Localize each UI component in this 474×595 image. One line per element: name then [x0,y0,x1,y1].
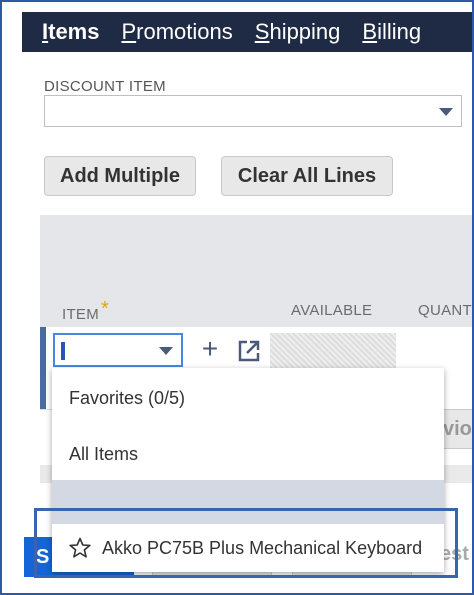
tab-promotions[interactable]: Promotions [121,19,232,45]
add-multiple-button[interactable]: Add Multiple [44,156,196,196]
chevron-down-icon [439,108,453,116]
partial-line-button-label: vio [443,417,472,440]
available-cell [270,333,396,371]
discount-item-label: DISCOUNT ITEM [44,78,166,95]
tab-billing[interactable]: Billing [362,19,421,45]
tab-promotions-key: P [121,19,137,44]
column-header-quantity[interactable]: QUANT [418,302,472,319]
tab-shipping[interactable]: Shipping [255,19,341,45]
tab-items[interactable]: Items [42,19,99,45]
dropdown-favorites[interactable]: Favorites (0/5) [52,380,444,416]
chevron-down-icon [159,347,173,355]
row-accent-bar [40,327,46,409]
required-indicator: * [101,298,110,320]
dropdown-all-items[interactable]: All Items [52,436,444,472]
item-select[interactable] [53,333,183,367]
tab-billing-key: B [362,19,378,44]
column-header-available[interactable]: AVAILABLE [291,302,372,319]
tab-shipping-key: S [254,19,270,44]
column-header-item[interactable]: ITEM * [62,298,109,325]
tab-shipping-rest: hipping [269,19,341,44]
tab-billing-rest: illing [377,19,422,44]
discount-item-select[interactable] [44,95,462,127]
open-external-icon[interactable] [236,338,262,364]
add-item-icon[interactable]: + [198,335,222,363]
tab-items-rest: tems [48,19,100,44]
clear-all-lines-button[interactable]: Clear All Lines [221,156,393,196]
column-item-label: ITEM [62,306,100,323]
tab-bar: Items Promotions Shipping Billing [22,12,472,52]
tab-promotions-rest: romotions [136,19,233,44]
highlight-box [34,508,458,578]
app-frame: Items Promotions Shipping Billing DISCOU… [0,0,474,595]
text-cursor [61,342,65,360]
